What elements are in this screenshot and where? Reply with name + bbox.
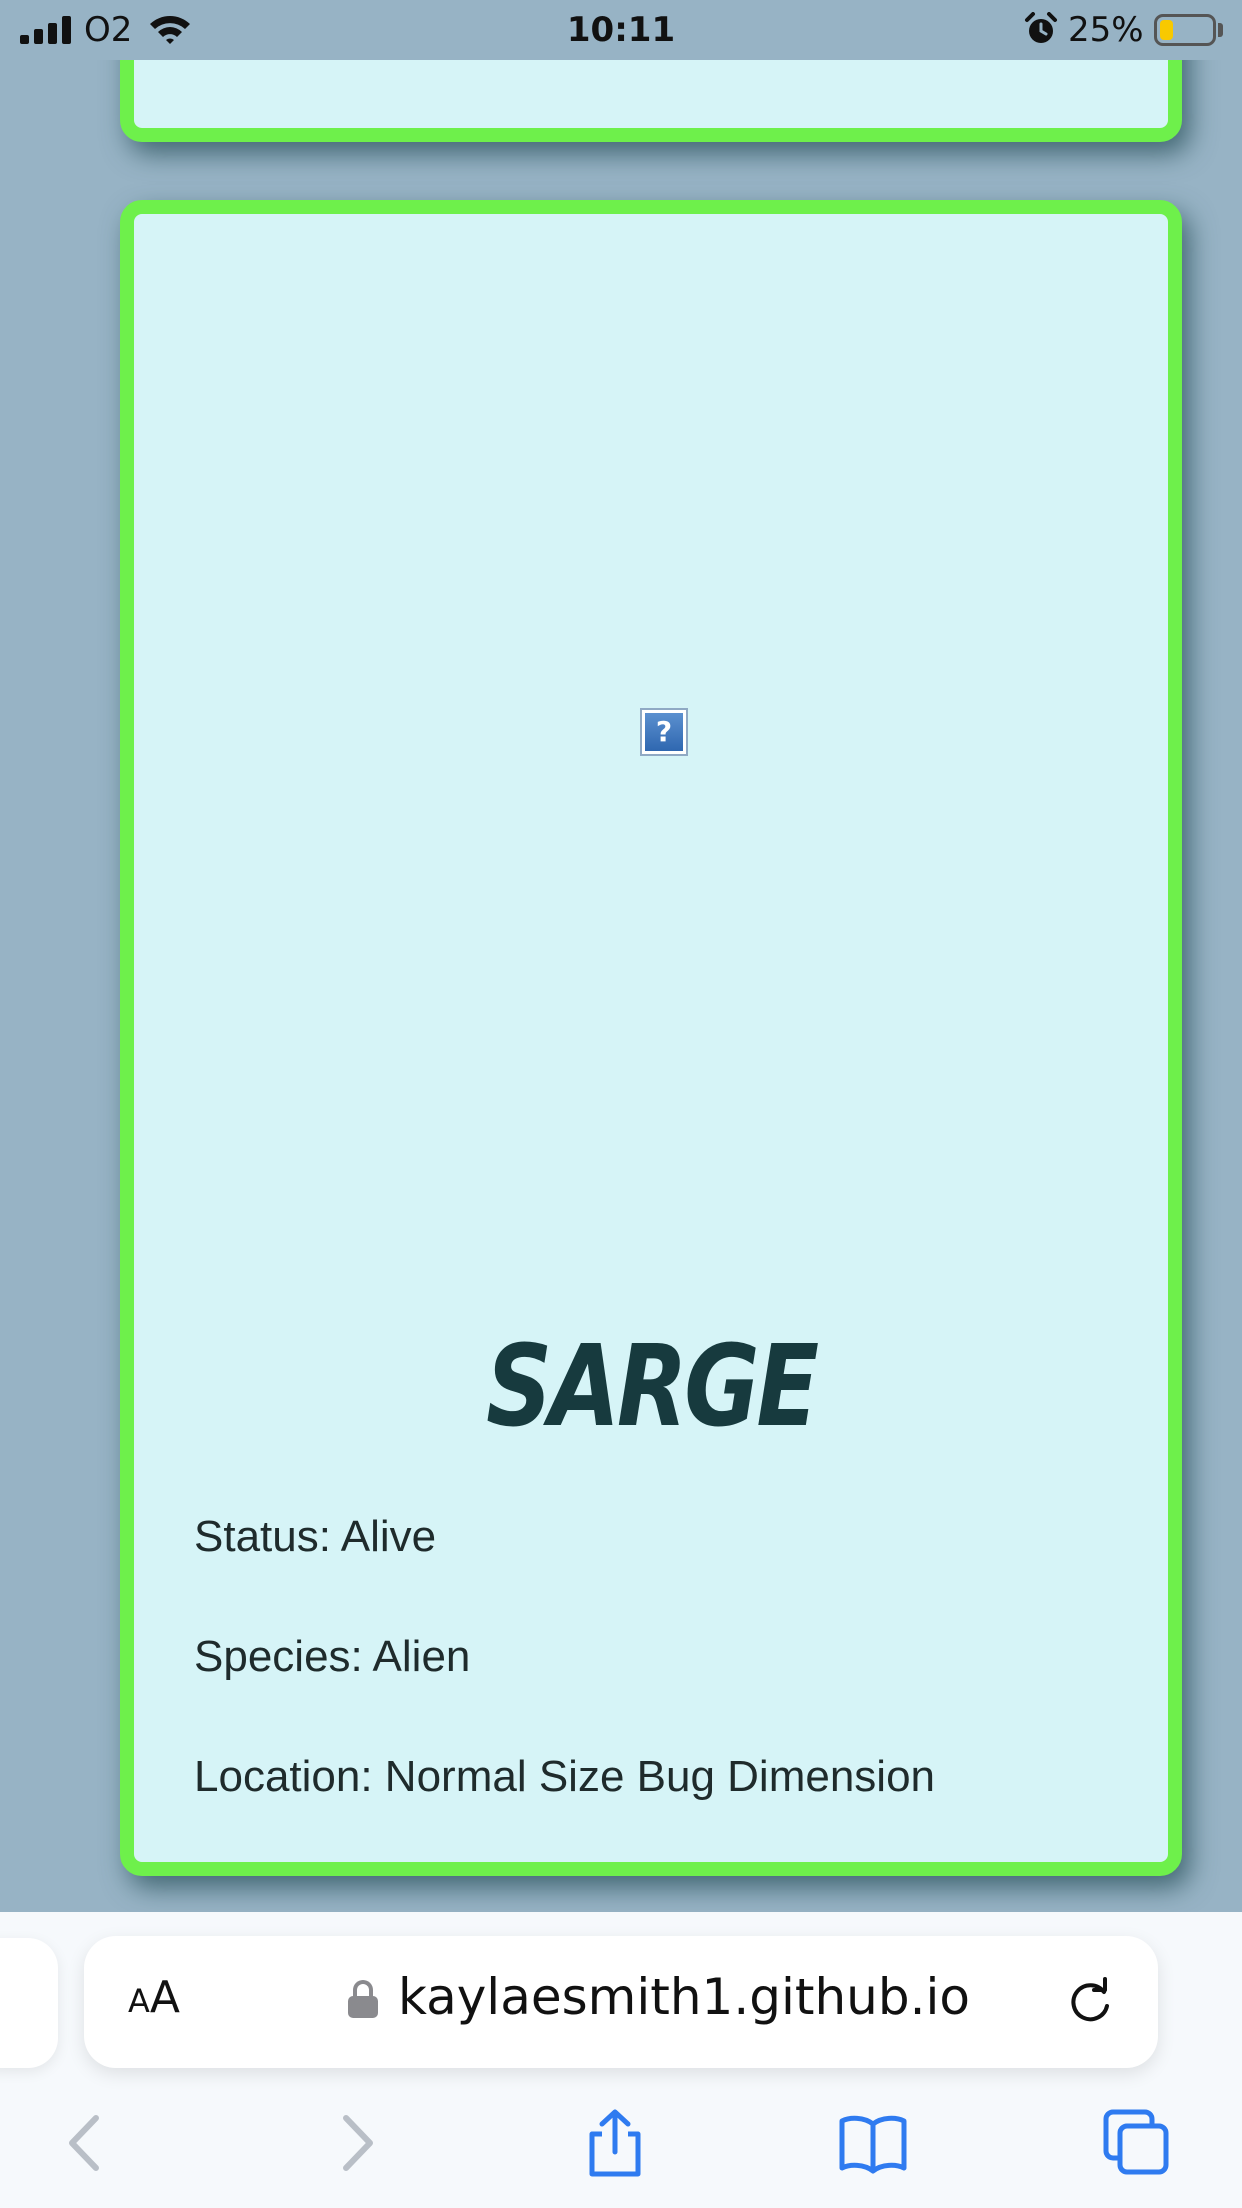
browser-toolbar: AA kaylaesmith1.github.io xyxy=(0,1912,1242,2208)
alarm-icon xyxy=(1025,12,1057,43)
lock-icon xyxy=(348,1980,378,2018)
share-icon[interactable] xyxy=(580,2108,650,2178)
address-bar[interactable]: AA kaylaesmith1.github.io xyxy=(84,1936,1158,2068)
battery-level-fill xyxy=(1160,20,1173,40)
character-name: Sarge xyxy=(486,1322,819,1452)
forward-icon[interactable] xyxy=(320,2108,390,2178)
status-bar: O2 10:11 25% xyxy=(0,0,1242,60)
text-size-large-letter: A xyxy=(149,1972,180,2023)
character-card: ? Sarge Status: Alive Species: Alien Loc… xyxy=(120,200,1182,1876)
character-image-placeholder: ? xyxy=(645,713,683,751)
character-location: Location: Normal Size Bug Dimension xyxy=(194,1752,936,1801)
url-text[interactable]: kaylaesmith1.github.io xyxy=(398,1968,970,2026)
battery-nub xyxy=(1218,23,1223,37)
tabs-icon[interactable] xyxy=(1102,2108,1172,2178)
broken-image-icon: ? xyxy=(640,708,688,756)
battery-percent: 25% xyxy=(1068,10,1144,50)
previous-tab-pill[interactable] xyxy=(0,1938,58,2068)
back-icon[interactable] xyxy=(52,2108,122,2178)
character-species: Species: Alien xyxy=(194,1632,471,1681)
battery-icon xyxy=(1154,14,1216,46)
text-size-small-letter: A xyxy=(128,1982,150,2020)
character-status: Status: Alive xyxy=(194,1512,437,1561)
reload-icon[interactable] xyxy=(1064,1976,1116,2028)
text-size-button[interactable]: AA xyxy=(128,1972,180,2023)
bookmarks-icon[interactable] xyxy=(838,2108,908,2178)
